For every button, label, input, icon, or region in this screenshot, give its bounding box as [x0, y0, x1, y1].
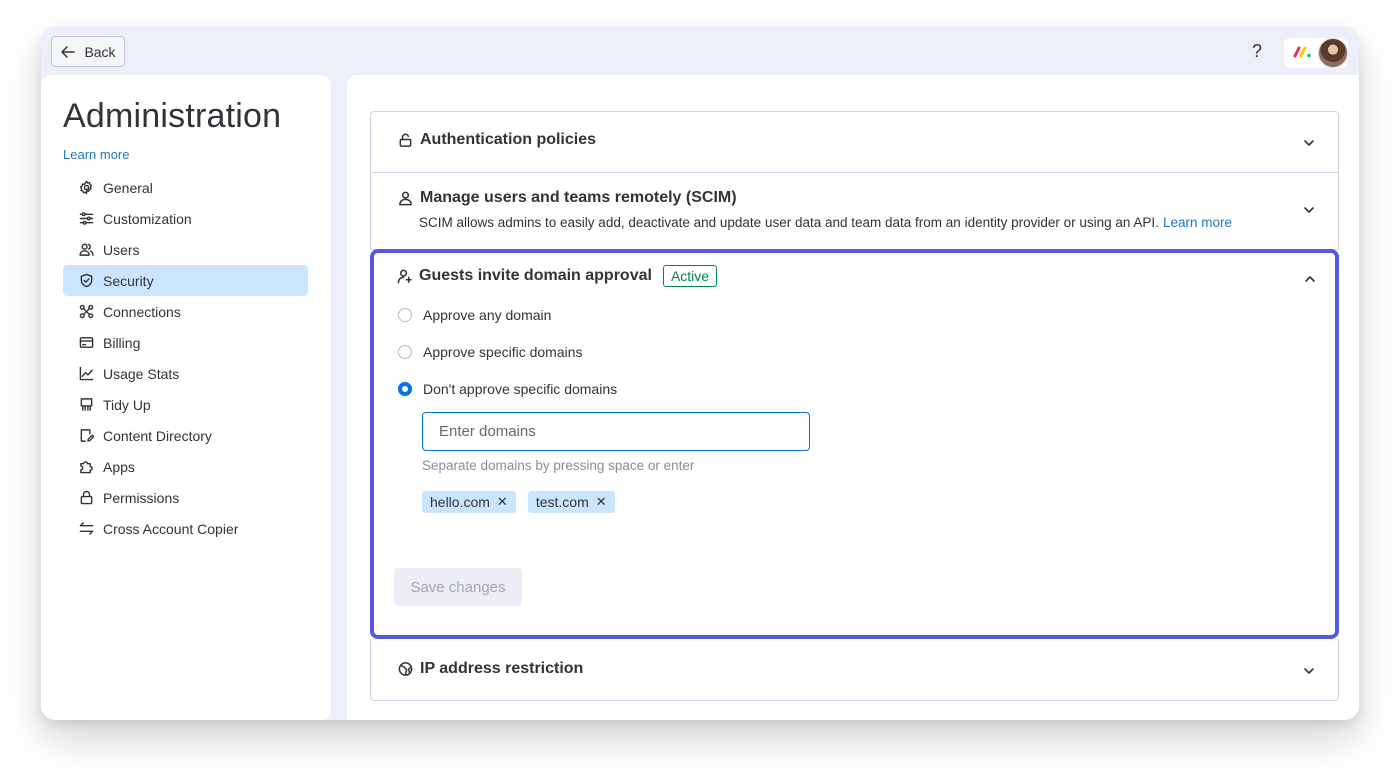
chart-icon [79, 366, 94, 381]
auth-policies-section[interactable]: Authentication policies [370, 111, 1339, 173]
globe-icon [398, 662, 413, 676]
radio-button[interactable] [398, 308, 412, 322]
section-header: Manage users and teams remotely (SCIM) [398, 189, 737, 207]
sidebar-item-label: Billing [103, 334, 141, 351]
help-icon[interactable]: ? [1247, 39, 1267, 63]
sidebar-item-apps[interactable]: Apps [63, 451, 308, 482]
users-icon [79, 243, 94, 256]
close-icon[interactable]: ✕ [596, 494, 607, 510]
sidebar-item-cross-account-copier[interactable]: Cross Account Copier [63, 513, 308, 544]
avatar[interactable] [1318, 38, 1348, 68]
domain-chip-label: hello.com [430, 494, 490, 510]
back-button[interactable]: Back [51, 36, 125, 67]
section-title: Manage users and teams remotely (SCIM) [420, 189, 737, 206]
section-title: IP address restriction [420, 660, 584, 677]
guests-domain-approval-section: Guests invite domain approval Active App… [370, 249, 1339, 639]
radio-label: Approve any domain [423, 307, 552, 323]
section-header[interactable]: Guests invite domain approval Active [397, 265, 718, 287]
ip-restriction-section[interactable]: IP address restriction [370, 639, 1339, 701]
puzzle-icon [80, 461, 93, 474]
sidebar-item-users[interactable]: Users [63, 234, 308, 265]
domain-chip: hello.com ✕ [422, 491, 516, 513]
sidebar-item-general[interactable]: General [63, 172, 308, 203]
app-window: Back ? Administration Learn more General… [41, 27, 1359, 720]
section-title: Guests invite domain approval [419, 267, 652, 284]
sidebar-item-usage-stats[interactable]: Usage Stats [63, 358, 308, 389]
radio-approve-any[interactable]: Approve any domain [398, 307, 551, 323]
chevron-up-icon[interactable] [1303, 272, 1317, 286]
sidebar-item-label: Tidy Up [103, 396, 151, 413]
monday-logo-icon [1293, 46, 1311, 58]
radio-dont-approve-specific[interactable]: Don't approve specific domains [398, 381, 617, 397]
sidebar-item-security[interactable]: Security [63, 265, 308, 296]
section-title: Authentication policies [420, 131, 597, 148]
sidebar-item-label: Customization [103, 210, 192, 227]
sidebar-item-tidy-up[interactable]: Tidy Up [63, 389, 308, 420]
sidebar-item-connections[interactable]: Connections [63, 296, 308, 327]
section-description: SCIM allows admins to easily add, deacti… [419, 215, 1232, 230]
sidebar-item-label: Security [103, 272, 154, 289]
unlock-icon [399, 133, 412, 147]
sidebar-item-label: Connections [103, 303, 181, 320]
chevron-down-icon[interactable] [1302, 664, 1316, 678]
scim-learn-more-link[interactable]: Learn more [1163, 215, 1232, 230]
sidebar-item-label: Cross Account Copier [103, 520, 239, 537]
sidebar-item-label: Permissions [103, 489, 180, 506]
chevron-down-icon[interactable] [1302, 203, 1316, 217]
sidebar-item-label: General [103, 179, 153, 196]
document-edit-icon [80, 429, 94, 442]
lock-icon [80, 490, 93, 505]
chevron-down-icon[interactable] [1302, 136, 1316, 150]
sidebar-item-label: Usage Stats [103, 365, 180, 382]
radio-approve-specific[interactable]: Approve specific domains [398, 344, 583, 360]
security-main-panel: Authentication policies Manage users and… [347, 75, 1359, 720]
sliders-icon [79, 212, 94, 225]
sidebar-nav: General Customization Users Security Con… [63, 172, 308, 544]
gear-icon [79, 180, 93, 195]
user-icon [399, 191, 412, 206]
credit-card-icon [79, 337, 94, 348]
back-label: Back [84, 43, 116, 60]
sidebar-item-billing[interactable]: Billing [63, 327, 308, 358]
connections-icon [79, 304, 94, 319]
sidebar-item-label: Users [103, 241, 140, 258]
scim-description: SCIM allows admins to easily add, deacti… [419, 215, 1159, 230]
broom-icon [80, 398, 93, 411]
domains-hint: Separate domains by pressing space or en… [422, 458, 695, 473]
arrows-swap-icon [79, 522, 94, 535]
sidebar-item-permissions[interactable]: Permissions [63, 482, 308, 513]
radio-label: Don't approve specific domains [423, 381, 618, 397]
domain-chip-label: test.com [535, 494, 589, 510]
arrow-left-icon [61, 45, 76, 58]
sidebar-item-customization[interactable]: Customization [63, 203, 308, 234]
domain-chips: hello.com ✕ test.com ✕ [422, 491, 615, 513]
save-changes-button[interactable]: Save changes [394, 568, 522, 606]
close-icon[interactable]: ✕ [497, 494, 508, 510]
page-title: Administration [63, 97, 282, 135]
admin-sidebar: Administration Learn more General Custom… [41, 75, 331, 720]
domains-input[interactable] [422, 412, 810, 451]
shield-icon [80, 273, 93, 288]
radio-label: Approve specific domains [423, 344, 583, 360]
radio-button[interactable] [398, 345, 412, 359]
section-header: Authentication policies [398, 131, 596, 149]
sidebar-item-label: Apps [103, 458, 135, 475]
user-add-icon [397, 269, 412, 284]
sidebar-item-content-directory[interactable]: Content Directory [63, 420, 308, 451]
sidebar-item-label: Content Directory [103, 427, 212, 444]
radio-button-checked[interactable] [398, 382, 412, 396]
status-badge: Active [662, 265, 718, 287]
learn-more-link[interactable]: Learn more [63, 147, 129, 162]
section-header: IP address restriction [398, 660, 583, 678]
account-switcher[interactable] [1284, 38, 1348, 68]
domain-chip: test.com ✕ [527, 491, 615, 513]
scim-section[interactable]: Manage users and teams remotely (SCIM) S… [370, 172, 1339, 250]
